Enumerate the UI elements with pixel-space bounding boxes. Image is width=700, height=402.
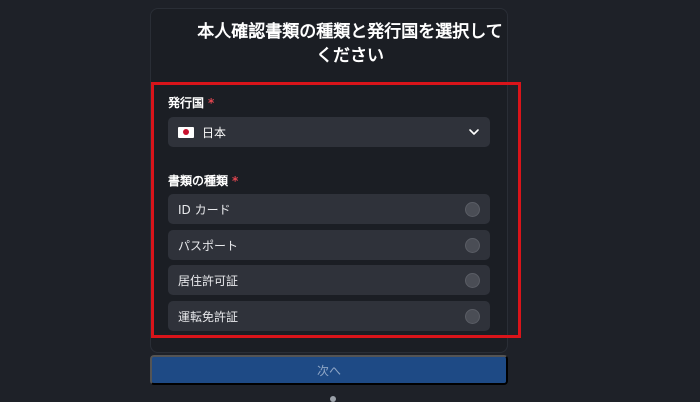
required-mark: * bbox=[232, 174, 239, 188]
required-mark: * bbox=[208, 96, 215, 110]
chevron-down-icon bbox=[469, 129, 479, 135]
next-button[interactable]: 次へ bbox=[150, 355, 508, 385]
option-drivers-license[interactable]: 運転免許証 bbox=[168, 301, 490, 331]
page-title: 本人確認書類の種類と発行国を選択して ください bbox=[0, 20, 700, 68]
option-label: ID カード bbox=[178, 202, 231, 217]
option-label: パスポート bbox=[178, 238, 239, 253]
document-type-label: 書類の種類 * bbox=[168, 172, 238, 189]
radio-button[interactable] bbox=[465, 237, 480, 253]
option-id-card[interactable]: ID カード bbox=[168, 194, 490, 224]
document-type-label-text: 書類の種類 bbox=[168, 174, 229, 188]
option-passport[interactable]: パスポート bbox=[168, 230, 490, 260]
page-title-line1: 本人確認書類の種類と発行国を選択して bbox=[197, 22, 503, 42]
radio-button[interactable] bbox=[465, 308, 480, 324]
japan-flag-icon bbox=[178, 126, 194, 138]
country-label: 発行国 * bbox=[168, 94, 214, 111]
country-select-value: 日本 bbox=[202, 125, 227, 140]
page-title-line2: ください bbox=[316, 46, 384, 66]
radio-button[interactable] bbox=[465, 272, 480, 288]
option-label: 運転免許証 bbox=[178, 309, 239, 324]
country-select[interactable]: 日本 bbox=[168, 117, 490, 147]
option-label: 居住許可証 bbox=[178, 273, 239, 288]
country-label-text: 発行国 bbox=[168, 96, 205, 110]
radio-button[interactable] bbox=[465, 201, 480, 217]
option-residence-permit[interactable]: 居住許可証 bbox=[168, 265, 490, 295]
page-indicator-dot bbox=[330, 396, 336, 402]
